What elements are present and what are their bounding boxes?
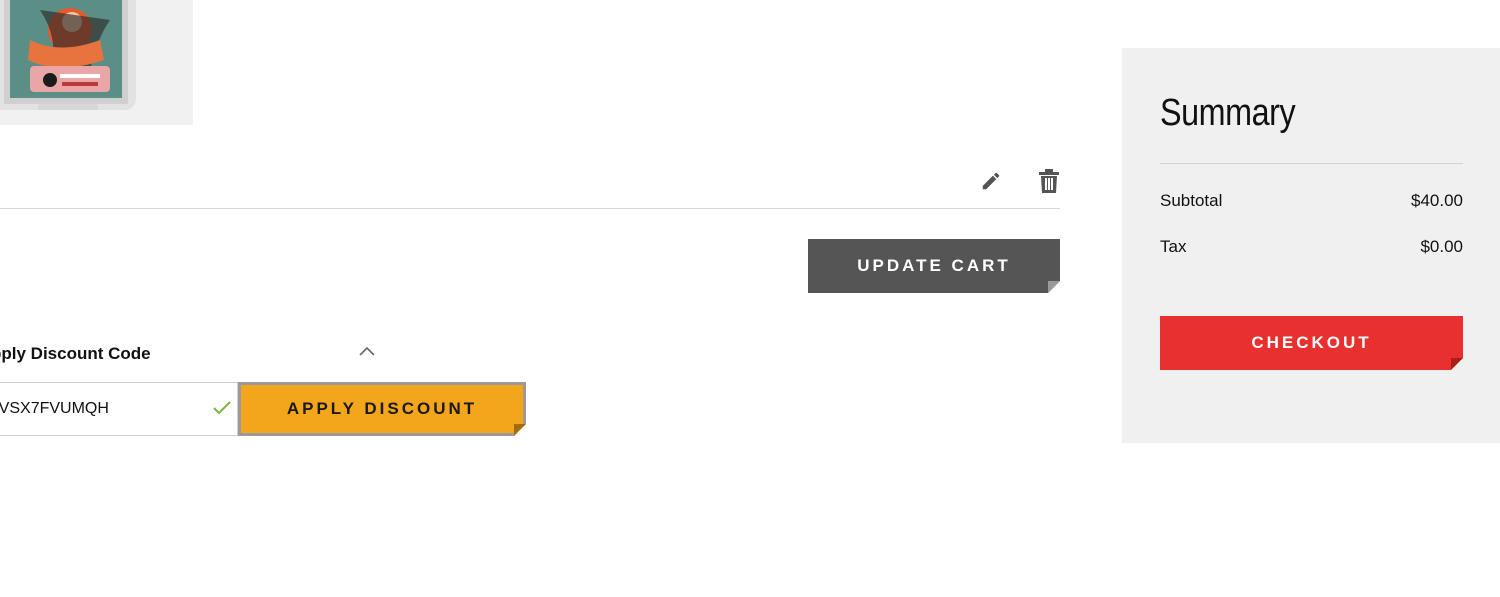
trading-card-thumbnail-icon: [0, 0, 193, 125]
tax-label: Tax: [1160, 237, 1187, 256]
tax-value: $0.00: [1420, 237, 1463, 256]
chevron-up-icon: [359, 346, 375, 356]
product-image[interactable]: [0, 0, 193, 125]
apply-discount-button[interactable]: APPLY DISCOUNT: [238, 382, 526, 436]
summary-divider: [1160, 163, 1463, 164]
subtotal-value: $40.00: [1411, 191, 1463, 210]
ribbon-fold: [1451, 358, 1463, 370]
summary-title: Summary: [1160, 92, 1296, 134]
cart-item-divider: [0, 208, 1060, 209]
checkout-label: CHECKOUT: [1251, 333, 1372, 352]
pencil-icon: [982, 172, 1000, 190]
discount-code-field-wrapper: [0, 382, 238, 436]
discount-title: pply Discount Code: [0, 344, 151, 363]
update-cart-label: UPDATE CART: [857, 256, 1011, 275]
apply-discount-label: APPLY DISCOUNT: [286, 399, 478, 418]
update-cart-button[interactable]: UPDATE CART: [808, 239, 1060, 293]
trash-icon: [1039, 169, 1059, 193]
ribbon-fold: [1048, 281, 1060, 293]
edit-item-button[interactable]: [976, 166, 1006, 196]
discount-code-input[interactable]: [0, 383, 208, 435]
discount-toggle[interactable]: pply Discount Code: [0, 336, 380, 370]
checkout-button[interactable]: CHECKOUT: [1160, 316, 1463, 370]
ribbon-fold: [514, 424, 526, 436]
subtotal-label: Subtotal: [1160, 191, 1223, 210]
order-summary-panel: Summary Subtotal $40.00 Tax $0.00 CHECKO…: [1122, 48, 1500, 443]
delete-item-button[interactable]: [1034, 166, 1064, 196]
check-icon: [213, 401, 231, 415]
